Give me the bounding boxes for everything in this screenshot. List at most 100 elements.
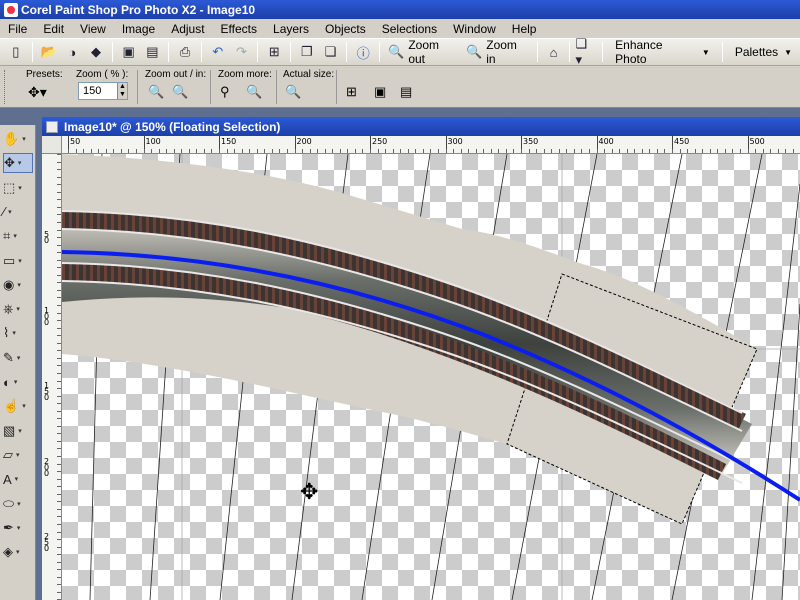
fit-window-icon[interactable]: ⊞ [346,84,357,100]
zoom-out-button[interactable]: 🔍 Zoom out [384,38,462,66]
crop-tool-button[interactable]: ⌗ ▾ [3,226,33,246]
info-icon[interactable]: ⓘ [352,41,374,63]
selection-tool-button[interactable]: ⬚ ▾ [3,178,33,198]
new-file-icon[interactable]: ▯ [5,41,27,63]
dodge-tool-button[interactable]: ◐ ▾ [3,372,33,392]
image-canvas[interactable]: ✥ [62,154,800,600]
chevron-down-icon[interactable]: ▾ [14,378,18,386]
ruler-minor-tick [57,237,61,239]
replacer-tool-icon: ▧ [3,422,16,438]
zoom-more-out-icon[interactable]: ⚲ [220,84,230,100]
layout-dropdown-icon[interactable]: ❑ ▾ [575,36,597,67]
menu-effects[interactable]: Effects [213,22,265,36]
move-tool-button[interactable]: ✥ ▾ [3,153,33,174]
paint-brush-button[interactable]: ✎ ▾ [3,348,33,368]
actual-size-icon[interactable]: 🔍 [285,84,301,100]
menu-objects[interactable]: Objects [317,22,374,36]
ruler-minor-tick [143,149,145,153]
eraser-tool-button[interactable]: ▱ ▾ [3,445,33,465]
smudge-tool-button[interactable]: ☝ ▾ [3,396,33,416]
chevron-down-icon[interactable]: ▾ [18,427,22,435]
chevron-down-icon[interactable]: ▾ [18,257,22,265]
chevron-down-icon[interactable]: ▾ [22,402,26,410]
text-tool-button[interactable]: A ▾ [3,469,33,489]
chevron-down-icon[interactable]: ▾ [13,232,17,240]
menu-adjust[interactable]: Adjust [163,22,212,36]
straighten-tool-button[interactable]: ▭ ▾ [3,251,33,271]
zoom-in-small-icon[interactable]: 🔍 [172,84,188,100]
menu-view[interactable]: View [72,22,114,36]
chevron-down-icon[interactable]: ▾ [16,548,20,556]
print-icon[interactable]: ⎙ [174,41,196,63]
ruler-minor-tick [354,149,356,153]
save-icon[interactable]: ▣ [118,41,140,63]
chevron-down-icon[interactable]: ▾ [17,524,21,532]
ruler-minor-tick [611,149,613,153]
zoom-in-button[interactable]: 🔍 Zoom in [462,38,533,66]
paste-icon[interactable]: ❏ [320,41,342,63]
chevron-down-icon[interactable]: ▾ [18,159,22,167]
options-divider [137,70,138,104]
open-folder-icon[interactable]: 📂 [38,41,60,63]
ruler-h-label: 150 [221,137,237,146]
zoom-out-small-icon[interactable]: 🔍 [148,84,164,100]
ruler-minor-tick [57,501,61,503]
ruler-minor-tick [739,149,741,153]
menu-file[interactable]: File [0,22,35,36]
ruler-minor-tick [498,149,500,153]
flood-fill-icon: ◈ [3,544,13,560]
document-icon [46,120,58,133]
zoom-out-label: Zoom out [408,38,440,66]
scratch-remover-button[interactable]: ⌇ ▾ [3,323,33,343]
enhance-photo-button[interactable]: Enhance Photo ▼ [607,38,718,66]
replacer-tool-button[interactable]: ▧ ▾ [3,421,33,441]
palettes-button[interactable]: Palettes ▼ [727,41,800,63]
zoom-more-in-icon[interactable]: 🔍 [246,84,262,100]
chevron-down-icon[interactable]: ▾ [18,184,22,192]
clone-tool-button[interactable]: ⎈ ▾ [3,299,33,319]
ruler-minor-tick [120,149,122,153]
image-info-icon[interactable]: ⊞ [263,41,285,63]
chevron-down-icon[interactable]: ▾ [17,354,21,362]
selection-tool-icon: ⬚ [3,179,16,195]
shape-tool-button[interactable]: ⬭ ▾ [3,494,33,514]
ruler-minor-tick [57,410,61,412]
menu-image[interactable]: Image [114,22,163,36]
presets-dropdown[interactable]: ✥▾ [28,84,47,101]
menu-help[interactable]: Help [504,22,545,36]
ruler-minor-tick [256,149,258,153]
menu-window[interactable]: Window [445,22,504,36]
chevron-down-icon[interactable]: ▾ [8,208,12,216]
ruler-minor-tick [57,335,61,337]
zoom-spinner[interactable]: ▲ ▼ [117,83,127,99]
menu-layers[interactable]: Layers [265,22,317,36]
dropper-tool-button[interactable]: ⁄ ▾ [3,202,33,222]
save-as-icon[interactable]: ▤ [142,41,164,63]
redo-icon[interactable]: ↷ [231,41,253,63]
fit-image-icon[interactable]: ▣ [374,84,386,100]
browse-icon[interactable]: ◑ [61,41,83,63]
ruler-minor-tick [57,591,61,593]
pen-tool-button[interactable]: ✒ ▾ [3,518,33,538]
chevron-down-icon[interactable]: ▾ [17,500,21,508]
chevron-down-icon[interactable]: ▾ [12,329,16,337]
options-grip-handle[interactable] [4,70,12,104]
zoom-percent-field[interactable]: 150 ▲ ▼ [78,82,128,100]
flood-fill-button[interactable]: ◈ ▾ [3,542,33,562]
menu-selections[interactable]: Selections [374,22,445,36]
chevron-down-icon[interactable]: ▾ [17,281,21,289]
menu-edit[interactable]: Edit [35,22,72,36]
learning-center-icon[interactable]: ⌂ [543,41,565,63]
pan-tool-button[interactable]: ✋ ▾ [3,129,33,149]
fit-screen-icon[interactable]: ▤ [400,84,412,100]
chevron-down-icon[interactable]: ▾ [15,475,19,483]
chevron-down-icon[interactable]: ▾ [22,135,26,143]
chevron-down-icon[interactable]: ▾ [16,451,20,459]
copy-icon[interactable]: ❐ [296,41,318,63]
undo-icon[interactable]: ↶ [207,41,229,63]
organizer-icon[interactable]: ◆ [85,41,107,63]
red-eye-tool-button[interactable]: ◉ ▾ [3,275,33,295]
ruler-minor-tick [75,149,77,153]
ruler-minor-tick [135,149,137,153]
chevron-down-icon[interactable]: ▾ [16,305,20,313]
